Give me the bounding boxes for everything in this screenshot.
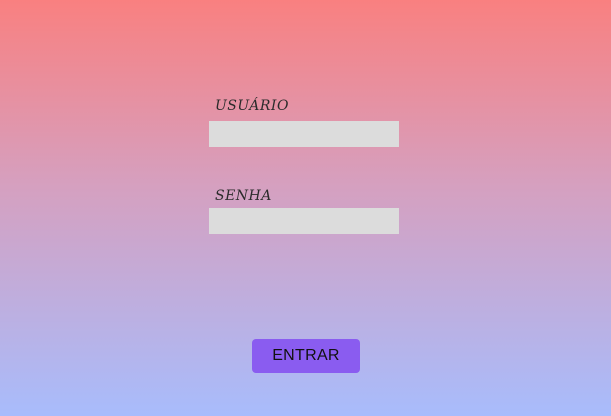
username-label: USUÁRIO [215,98,289,114]
password-input[interactable] [209,208,399,234]
enter-button[interactable]: ENTRAR [252,339,360,373]
password-label: SENHA [215,188,272,204]
username-input[interactable] [209,121,399,147]
